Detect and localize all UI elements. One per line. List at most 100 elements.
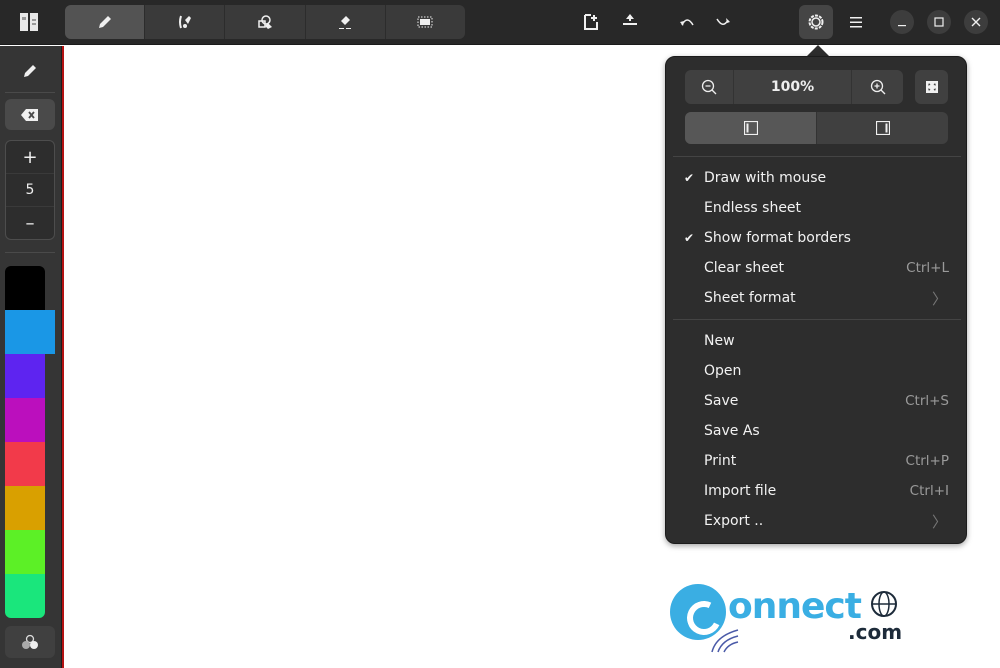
color-swatch[interactable] (5, 398, 45, 442)
upload-icon (623, 14, 637, 25)
tool-eraser-button[interactable] (306, 5, 386, 39)
selection-icon (417, 16, 433, 28)
new-page-icon (584, 14, 598, 30)
shapes-icon (258, 15, 272, 29)
undo-icon (680, 19, 694, 26)
menu-item-open[interactable]: Open (673, 356, 961, 386)
color-swatch[interactable] (5, 530, 45, 574)
sidebar: + 5 – (0, 46, 61, 668)
maximize-icon (934, 17, 944, 27)
color-swatch[interactable] (5, 574, 45, 618)
app-window: + 5 – onnect .com 100% ✔ Draw with mouse… (0, 0, 1000, 668)
increase-size-button[interactable]: + (6, 141, 54, 174)
signal-waves-icon (711, 629, 739, 653)
zoom-controls: 100% (685, 70, 903, 104)
pen-size-value[interactable]: 5 (6, 174, 54, 207)
pencil-icon (24, 65, 36, 77)
menu-item-label: Export .. (704, 513, 764, 529)
menu-item-label: Draw with mouse (704, 170, 827, 186)
color-swatch[interactable] (5, 354, 45, 398)
header-bar (0, 0, 1000, 45)
logo-brand-text: onnect (728, 586, 862, 627)
main-menu-button[interactable] (844, 10, 868, 34)
tool-selection-button[interactable] (386, 5, 465, 39)
zoom-fit-button[interactable] (915, 70, 948, 104)
pen-settings-button[interactable] (5, 52, 55, 90)
tool-brush-button[interactable] (145, 5, 226, 39)
pen-size-spinner: + 5 – (5, 140, 55, 240)
maximize-button[interactable] (927, 10, 951, 34)
sidebar-right-button[interactable] (817, 112, 948, 144)
pencil-icon (98, 16, 111, 28)
decrease-size-button[interactable]: – (6, 207, 54, 240)
menu-item-label: Open (704, 363, 742, 379)
menu-item-label: Show format borders (704, 230, 851, 246)
minimize-icon (898, 25, 906, 27)
zoom-level[interactable]: 100% (734, 70, 852, 104)
menu-item-shortcut: Ctrl+L (906, 260, 949, 276)
color-swatch[interactable] (5, 442, 45, 486)
menu-item-label: Print (704, 453, 737, 469)
color-swatch[interactable] (5, 486, 45, 530)
color-swatch[interactable] (5, 266, 45, 310)
color-palette (5, 266, 55, 618)
sidebar-divider (5, 252, 55, 253)
sidebar-left-icon (743, 121, 758, 135)
brush-icon (178, 15, 191, 29)
hamburger-icon (850, 17, 862, 28)
menu-item-label: Sheet format (704, 290, 796, 306)
watermark-logo: onnect .com (670, 580, 910, 660)
zoom-out-icon (701, 79, 717, 95)
color-swatch[interactable] (5, 310, 55, 354)
menu-item-new[interactable]: New (673, 326, 961, 356)
check-icon: ✔ (684, 231, 695, 245)
menu-separator (673, 156, 961, 157)
chevron-right-icon: 〉 (931, 289, 947, 308)
menu-item-export[interactable]: Export .. 〉 (673, 506, 961, 536)
sidebar-position-toggle (685, 112, 948, 144)
zoom-in-button[interactable] (852, 70, 903, 104)
menu-item-shortcut: Ctrl+P (905, 453, 949, 469)
tool-pen-button[interactable] (65, 5, 146, 39)
menu-item-label: Clear sheet (704, 260, 784, 276)
clear-button[interactable] (5, 99, 55, 130)
menu-item-endless-sheet[interactable]: Endless sheet (673, 193, 961, 223)
logo-domain-text: .com (848, 620, 903, 644)
close-button[interactable] (964, 10, 988, 34)
fit-to-window-icon (925, 81, 938, 93)
menu-item-clear-sheet[interactable]: Clear sheet Ctrl+L (673, 253, 961, 283)
menu-item-label: Import file (704, 483, 777, 499)
color-mixer-button[interactable] (5, 626, 55, 658)
gear-icon (808, 14, 824, 30)
eraser-icon (339, 16, 352, 29)
backspace-icon (21, 108, 38, 121)
menu-item-label: Save (704, 393, 739, 409)
menu-item-show-format-borders[interactable]: ✔ Show format borders (673, 223, 961, 253)
sidebar-left-button[interactable] (685, 112, 817, 144)
menu-item-save-as[interactable]: Save As (673, 416, 961, 446)
minimize-button[interactable] (890, 10, 914, 34)
redo-button[interactable] (712, 12, 734, 32)
sidebar-right-icon (875, 121, 890, 135)
menu-item-draw-with-mouse[interactable]: ✔ Draw with mouse (673, 163, 961, 193)
menu-item-sheet-format[interactable]: Sheet format 〉 (673, 283, 961, 313)
globe-icon (871, 591, 897, 617)
menu-item-import-file[interactable]: Import file Ctrl+I (673, 476, 961, 506)
settings-button[interactable] (799, 5, 833, 39)
undo-button[interactable] (676, 12, 698, 32)
menu-item-save[interactable]: Save Ctrl+S (673, 386, 961, 416)
upload-button[interactable] (619, 10, 641, 30)
chevron-right-icon: 〉 (931, 512, 947, 531)
popover-arrow (807, 45, 829, 56)
menu-separator (673, 319, 961, 320)
menu-item-label: Save As (704, 423, 760, 439)
zoom-out-button[interactable] (685, 70, 734, 104)
settings-popover: 100% ✔ Draw with mouse Endless sheet ✔ Show … (665, 56, 967, 544)
menu-item-print[interactable]: Print Ctrl+P (673, 446, 961, 476)
tool-shapes-button[interactable] (225, 5, 306, 39)
menu-item-label: New (704, 333, 735, 349)
zoom-in-icon (870, 79, 885, 95)
menu-item-shortcut: Ctrl+S (905, 393, 949, 409)
new-page-button[interactable] (580, 10, 602, 34)
color-mix-icon (22, 634, 38, 649)
